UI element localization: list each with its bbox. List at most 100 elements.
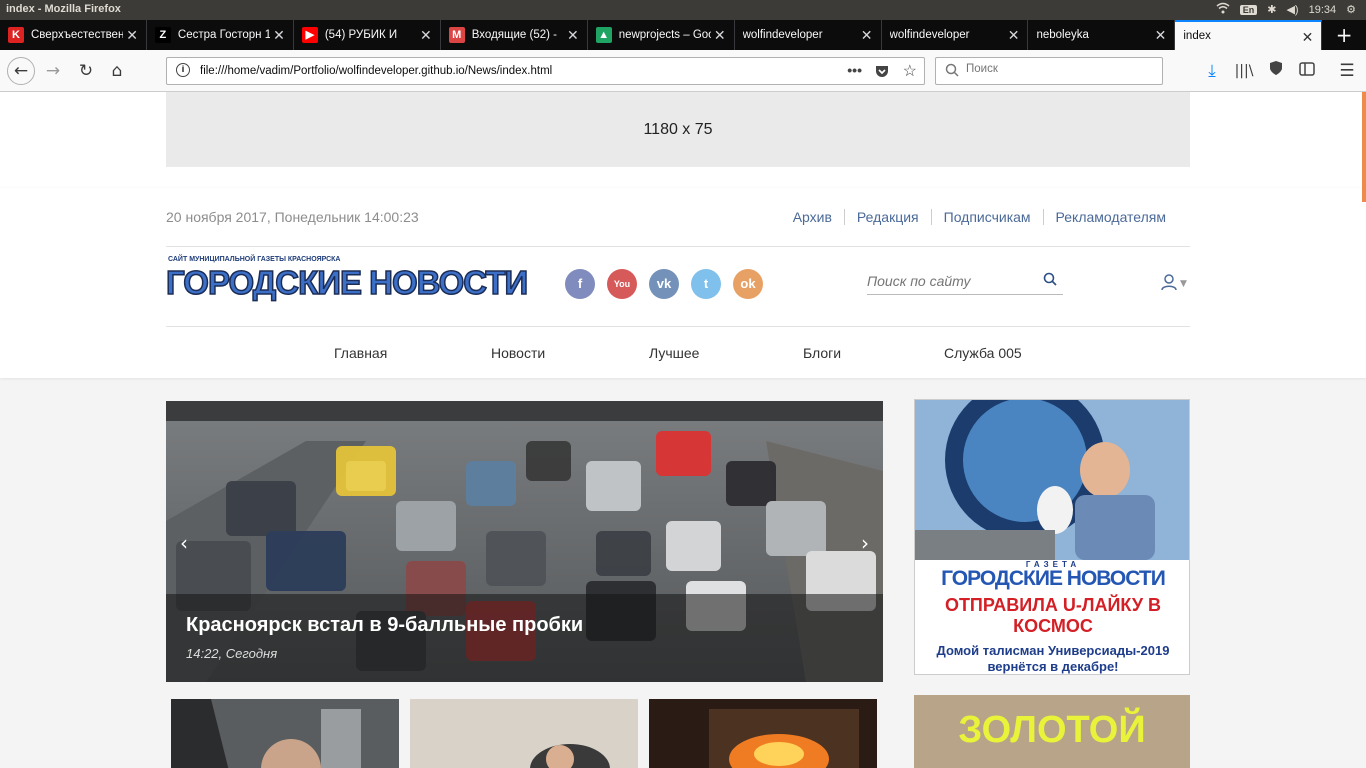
link-archive[interactable]: Архив xyxy=(781,209,844,225)
nav-item-service-005[interactable]: Служба 005 xyxy=(944,345,1022,361)
tab[interactable]: wolfindeveloper ✕ xyxy=(735,20,882,50)
scrollbar-thumb[interactable] xyxy=(1362,92,1366,202)
ad-sub1: Домой талисман Универсиады-2019 xyxy=(936,643,1170,658)
news-thumb-photo xyxy=(649,699,877,768)
back-arrow-icon[interactable]: ← xyxy=(7,57,35,85)
page-actions-icon[interactable]: ••• xyxy=(847,62,862,78)
web-page: 1180 x 75 20 ноября 2017, Понедельник 14… xyxy=(0,92,1366,768)
new-tab-plus-icon[interactable]: + xyxy=(1322,20,1366,50)
link-editorial[interactable]: Редакция xyxy=(843,209,931,225)
tab-label: (54) РУБИК И xyxy=(324,29,398,41)
logo-title: ГОРОДСКИЕ НОВОСТИ xyxy=(165,263,529,302)
tab-label: wolfindeveloper xyxy=(742,29,823,41)
ad-headline: ОТПРАВИЛА U-ЛАЙКУ В КОСМОС xyxy=(944,595,1162,636)
browser-search-bar[interactable] xyxy=(935,57,1163,85)
chevron-down-icon: ▼ xyxy=(1180,279,1187,289)
slider-next-arrow-icon[interactable]: › xyxy=(861,531,869,555)
hero-caption: Красноярск встал в 9-балльные пробки 14:… xyxy=(166,594,883,682)
volume-icon[interactable]: ◀) xyxy=(1286,3,1298,16)
nav-item-home[interactable]: Главная xyxy=(334,345,387,361)
twitter-icon[interactable]: t xyxy=(691,269,721,299)
sidebar-toggle-icon[interactable] xyxy=(1295,59,1319,83)
search-icon[interactable] xyxy=(1043,271,1057,290)
tab-label: wolfindeveloper xyxy=(889,29,970,41)
nav-item-blogs[interactable]: Блоги xyxy=(803,345,841,361)
top-ad-banner[interactable]: 1180 x 75 xyxy=(166,92,1190,167)
user-icon xyxy=(1160,273,1178,295)
news-thumb-photo xyxy=(410,699,638,768)
nav-item-news[interactable]: Новости xyxy=(491,345,545,361)
tab[interactable]: neboleyka ✕ xyxy=(1028,20,1176,50)
slider-prev-arrow-icon[interactable]: ‹ xyxy=(180,531,188,555)
shield-icon[interactable] xyxy=(1264,59,1288,83)
tab[interactable]: K Сверхъестествен ✕ xyxy=(0,20,147,50)
url-bar[interactable]: i file:///home/vadim/Portfolio/wolfindev… xyxy=(166,57,925,85)
news-thumb[interactable] xyxy=(171,699,399,768)
user-menu[interactable]: ▼ xyxy=(1160,273,1187,295)
site-logo[interactable]: САЙТ МУНИЦИПАЛЬНОЙ ГАЗЕТЫ КРАСНОЯРСКА ГО… xyxy=(165,256,529,312)
navigation-toolbar: ← → ↻ ⌂ i file:///home/vadim/Portfolio/w… xyxy=(0,50,1366,92)
pocket-icon[interactable] xyxy=(874,63,890,82)
tab[interactable]: ▲ newprojects – Goo ✕ xyxy=(588,20,735,50)
right-ad-space[interactable]: ГАЗЕТА ГОРОДСКИЕ НОВОСТИ ОТПРАВИЛА U-ЛАЙ… xyxy=(914,399,1190,675)
close-tab-icon[interactable]: ✕ xyxy=(126,27,138,44)
bluetooth-icon[interactable]: ✱ xyxy=(1267,3,1276,16)
link-subscribers[interactable]: Подписчикам xyxy=(930,209,1043,225)
tab[interactable]: ▶ (54) РУБИК И ✕ xyxy=(294,20,441,50)
hamburger-menu-icon[interactable]: ☰ xyxy=(1335,59,1359,83)
close-tab-icon[interactable]: ✕ xyxy=(273,27,285,44)
tab-label: Входящие (52) - xyxy=(471,29,557,41)
close-tab-icon[interactable]: ✕ xyxy=(1008,27,1020,44)
close-tab-icon[interactable]: ✕ xyxy=(1302,29,1314,46)
reload-icon[interactable]: ↻ xyxy=(74,59,98,83)
tab[interactable]: M Входящие (52) - ✕ xyxy=(441,20,588,50)
tab-favicon-icon: M xyxy=(448,27,465,43)
tab-active[interactable]: index ✕ xyxy=(1175,20,1323,50)
news-thumb[interactable] xyxy=(410,699,638,768)
close-tab-icon[interactable]: ✕ xyxy=(420,27,432,44)
close-tab-icon[interactable]: ✕ xyxy=(1155,27,1167,44)
bookmark-star-icon[interactable]: ☆ xyxy=(903,61,917,81)
library-icon[interactable]: |||\ xyxy=(1232,59,1256,83)
ad-sub2: вернётся в декабре! xyxy=(987,659,1119,674)
odnoklassniki-icon[interactable]: ok xyxy=(733,269,763,299)
hero-title[interactable]: Красноярск встал в 9-балльные пробки xyxy=(186,614,583,637)
forward-arrow-icon[interactable]: → xyxy=(41,59,65,83)
tab-favicon-icon: Z xyxy=(154,27,171,43)
downloads-icon[interactable]: ⤓ xyxy=(1200,59,1224,83)
vk-icon[interactable]: vk xyxy=(649,269,679,299)
link-advertisers[interactable]: Рекламодателям xyxy=(1042,209,1178,225)
site-header: 20 ноября 2017, Понедельник 14:00:23 Арх… xyxy=(0,188,1366,378)
site-info-icon[interactable]: i xyxy=(176,63,190,77)
close-tab-icon[interactable]: ✕ xyxy=(567,27,579,44)
settings-gear-icon[interactable]: ⚙ xyxy=(1346,3,1356,16)
system-tray: En ✱ ◀) 19:34 ⚙ xyxy=(1216,2,1356,17)
window-title: index - Mozilla Firefox xyxy=(6,3,121,15)
right-ad-gold[interactable]: ЗОЛОТОЙ xyxy=(914,695,1190,768)
keyboard-layout-indicator[interactable]: En xyxy=(1239,4,1258,15)
divider xyxy=(166,246,1190,247)
astronaut-photo xyxy=(915,400,1189,560)
tab[interactable]: wolfindeveloper ✕ xyxy=(882,20,1029,50)
url-text[interactable]: file:///home/vadim/Portfolio/wolfindevel… xyxy=(200,65,552,77)
tab[interactable]: Z Сестра Госторн 1,2✕ xyxy=(147,20,294,50)
search-icon xyxy=(945,63,959,80)
site-search-input[interactable] xyxy=(867,269,1037,293)
youtube-icon[interactable]: You xyxy=(607,269,637,299)
close-tab-icon[interactable]: ✕ xyxy=(714,27,726,44)
tab-strip: KСверхъестествен✕ ZСестра Госторн 1,2✕ ▶… xyxy=(0,20,1366,50)
clock[interactable]: 19:34 xyxy=(1309,4,1337,16)
browser-search-input[interactable] xyxy=(966,63,1146,75)
tab-favicon-icon: K xyxy=(8,27,24,43)
nav-item-best[interactable]: Лучшее xyxy=(649,345,699,361)
social-links: f You vk t ok xyxy=(565,269,763,299)
news-thumb[interactable] xyxy=(649,699,877,768)
home-icon[interactable]: ⌂ xyxy=(105,59,129,83)
main-nav: Главная Новости Лучшее Блоги Служба 005 xyxy=(0,327,1366,379)
facebook-icon[interactable]: f xyxy=(565,269,595,299)
logo-subtitle: САЙТ МУНИЦИПАЛЬНОЙ ГАЗЕТЫ КРАСНОЯРСКА xyxy=(168,256,341,263)
wifi-icon[interactable] xyxy=(1216,2,1230,17)
close-tab-icon[interactable]: ✕ xyxy=(861,27,873,44)
hero-slider[interactable]: ‹ › Красноярск встал в 9-балльные пробки… xyxy=(166,401,883,682)
news-thumb-photo xyxy=(171,699,399,768)
